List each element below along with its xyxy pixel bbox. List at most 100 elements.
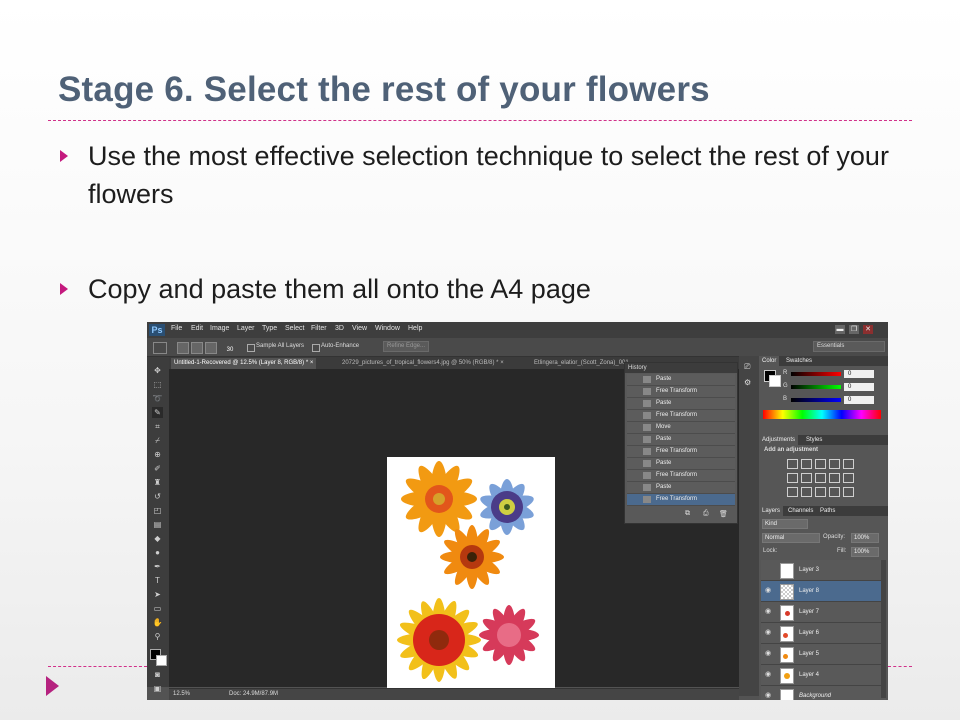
- eye-icon[interactable]: ◉: [765, 623, 771, 643]
- menu-help[interactable]: Help: [408, 325, 422, 332]
- brush-size[interactable]: 30: [223, 340, 237, 354]
- history-item[interactable]: Paste: [627, 434, 735, 446]
- layer-row[interactable]: ◉ Layer 5: [761, 644, 886, 665]
- black-white-adjust-icon[interactable]: [815, 473, 826, 483]
- zoom-tool-icon[interactable]: ⚲: [152, 631, 163, 642]
- threshold-adjust-icon[interactable]: [815, 487, 826, 497]
- eye-icon[interactable]: ◉: [765, 602, 771, 622]
- restore-button[interactable]: ❐: [849, 325, 859, 334]
- screen-mode-icon[interactable]: ▣: [152, 683, 163, 694]
- hand-tool-icon[interactable]: ✋: [152, 617, 163, 628]
- history-trash-icon[interactable]: 🗑: [719, 510, 728, 518]
- red-slider[interactable]: [791, 372, 841, 376]
- green-value[interactable]: 0: [844, 383, 874, 391]
- properties-dock-icon[interactable]: ⚙: [744, 378, 751, 387]
- blend-mode-select[interactable]: Normal: [762, 533, 820, 543]
- move-tool-icon[interactable]: ✥: [152, 365, 163, 376]
- path-select-tool-icon[interactable]: ➤: [152, 589, 163, 600]
- brightness-adjust-icon[interactable]: [787, 459, 798, 469]
- tab-paths[interactable]: Paths: [817, 506, 838, 516]
- history-item[interactable]: Paste: [627, 458, 735, 470]
- refine-edge-button[interactable]: Refine Edge...: [383, 341, 430, 352]
- quick-select-tool-icon[interactable]: ✎: [152, 407, 163, 418]
- background-color[interactable]: [769, 375, 781, 387]
- dodge-tool-icon[interactable]: ●: [152, 547, 163, 558]
- healing-tool-icon[interactable]: ⊕: [152, 449, 163, 460]
- menu-layer[interactable]: Layer: [237, 325, 255, 332]
- channel-mixer-adjust-icon[interactable]: [843, 473, 854, 483]
- history-item-selected[interactable]: Free Transform: [627, 494, 735, 506]
- quick-selection-tool-icon[interactable]: [153, 342, 167, 354]
- close-window-button[interactable]: ✕: [863, 325, 873, 334]
- eye-icon[interactable]: ◉: [765, 665, 771, 685]
- menu-file[interactable]: File: [171, 325, 182, 332]
- blue-slider[interactable]: [791, 398, 841, 402]
- a4-document[interactable]: [387, 457, 555, 695]
- layers-scrollbar[interactable]: [881, 560, 886, 698]
- history-snapshot-icon[interactable]: ⧉: [685, 510, 690, 518]
- vibrance-adjust-icon[interactable]: [843, 459, 854, 469]
- stamp-tool-icon[interactable]: ♜: [152, 477, 163, 488]
- eraser-tool-icon[interactable]: ◰: [152, 505, 163, 516]
- menu-image[interactable]: Image: [210, 325, 229, 332]
- menu-window[interactable]: Window: [375, 325, 400, 332]
- tab-untitled-document[interactable]: Untitled-1-Recovered @ 12.5% (Layer 8, R…: [171, 358, 317, 369]
- fill-field[interactable]: 100%: [851, 547, 879, 557]
- auto-enhance-checkbox[interactable]: [312, 344, 320, 352]
- layer-row[interactable]: ◉ Layer 7: [761, 602, 886, 623]
- type-tool-icon[interactable]: T: [152, 575, 163, 586]
- green-slider[interactable]: [791, 385, 841, 389]
- menu-3d[interactable]: 3D: [335, 325, 344, 332]
- eyedropper-tool-icon[interactable]: ⌿: [152, 435, 163, 446]
- quick-mask-icon[interactable]: ◙: [152, 669, 163, 680]
- invert-adjust-icon[interactable]: [787, 487, 798, 497]
- tab-styles[interactable]: Styles: [803, 435, 825, 445]
- menu-type[interactable]: Type: [262, 325, 277, 332]
- sample-all-layers-checkbox[interactable]: [247, 344, 255, 352]
- lasso-tool-icon[interactable]: ➰: [152, 393, 163, 404]
- selective-color-adjust-icon[interactable]: [843, 487, 854, 497]
- menu-edit[interactable]: Edit: [191, 325, 203, 332]
- opacity-field[interactable]: 100%: [851, 533, 879, 543]
- gradient-map-adjust-icon[interactable]: [829, 487, 840, 497]
- menu-select[interactable]: Select: [285, 325, 304, 332]
- tab-adjustments[interactable]: Adjustments: [759, 435, 799, 445]
- history-item[interactable]: Free Transform: [627, 410, 735, 422]
- zoom-level[interactable]: 12.5%: [173, 691, 190, 697]
- history-item[interactable]: Free Transform: [627, 386, 735, 398]
- marquee-tool-icon[interactable]: ⬚: [152, 379, 163, 390]
- pen-tool-icon[interactable]: ✒: [152, 561, 163, 572]
- minimize-button[interactable]: ▬: [835, 325, 845, 334]
- menu-view[interactable]: View: [352, 325, 367, 332]
- brush-tool-icon[interactable]: ✐: [152, 463, 163, 474]
- blur-tool-icon[interactable]: ◆: [152, 533, 163, 544]
- tab-color[interactable]: Color: [759, 356, 780, 366]
- tab-close-icon[interactable]: ×: [500, 360, 504, 366]
- gradient-tool-icon[interactable]: ▤: [152, 519, 163, 530]
- red-value[interactable]: 0: [844, 370, 874, 378]
- history-item[interactable]: Move: [627, 422, 735, 434]
- shape-tool-icon[interactable]: ▭: [152, 603, 163, 614]
- add-to-selection-icon[interactable]: [191, 342, 203, 354]
- color-spectrum[interactable]: [763, 410, 881, 419]
- history-item[interactable]: Paste: [627, 482, 735, 494]
- layer-filter-kind[interactable]: Kind: [762, 519, 808, 529]
- background-color-swatch[interactable]: [156, 655, 167, 666]
- history-camera-icon[interactable]: ⎙: [703, 510, 709, 518]
- tab-layers[interactable]: Layers: [759, 506, 784, 516]
- history-item[interactable]: Paste: [627, 374, 735, 386]
- workspace-select[interactable]: Essentials: [813, 341, 885, 352]
- history-item[interactable]: Free Transform: [627, 470, 735, 482]
- crop-tool-icon[interactable]: ⌗: [152, 421, 163, 432]
- eye-icon[interactable]: ◉: [765, 644, 771, 664]
- levels-adjust-icon[interactable]: [801, 459, 812, 469]
- exposure-adjust-icon[interactable]: [829, 459, 840, 469]
- eye-icon[interactable]: ◉: [765, 581, 771, 601]
- subtract-selection-icon[interactable]: [205, 342, 217, 354]
- history-item[interactable]: Free Transform: [627, 446, 735, 458]
- history-item[interactable]: Paste: [627, 398, 735, 410]
- layer-row-selected[interactable]: ◉ Layer 8: [761, 581, 886, 602]
- tab-swatches[interactable]: Swatches: [783, 356, 815, 366]
- tab-close-icon[interactable]: ×: [310, 360, 314, 366]
- tab-channels[interactable]: Channels: [785, 506, 816, 516]
